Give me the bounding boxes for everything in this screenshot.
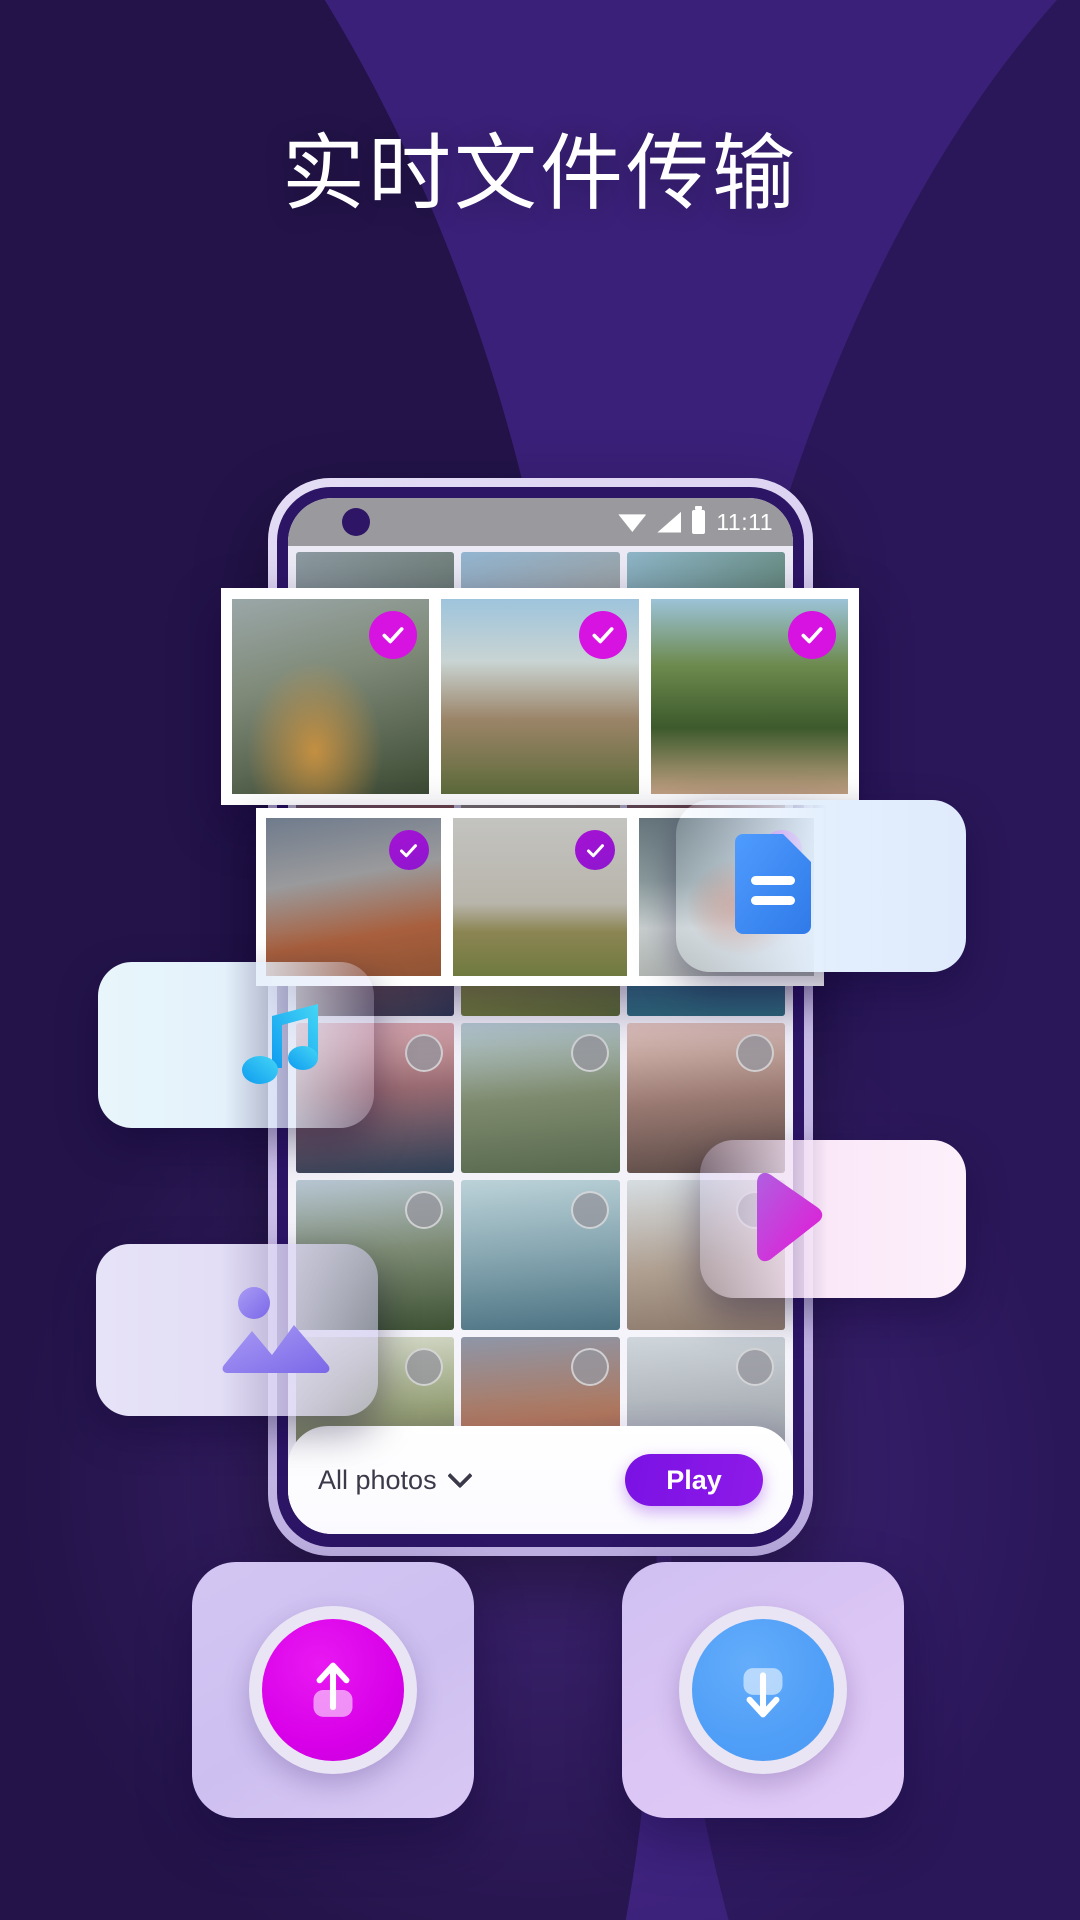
receive-button-ring bbox=[679, 1606, 847, 1774]
photo-thumbnail[interactable] bbox=[461, 1023, 620, 1173]
status-bar: 11:11 bbox=[288, 498, 793, 546]
selected-photo[interactable] bbox=[441, 599, 639, 794]
music-note-icon bbox=[230, 994, 328, 1097]
photo-thumbnail[interactable] bbox=[461, 1180, 620, 1330]
check-icon[interactable] bbox=[787, 611, 836, 659]
battery-icon bbox=[692, 506, 706, 534]
empty-circle-icon[interactable] bbox=[735, 1034, 774, 1072]
selected-row-1-card bbox=[221, 588, 859, 805]
selected-row-1 bbox=[232, 599, 848, 794]
empty-circle-icon[interactable] bbox=[570, 1348, 609, 1386]
selected-photo[interactable] bbox=[452, 818, 628, 976]
check-icon[interactable] bbox=[578, 611, 627, 659]
upload-arrow-icon bbox=[313, 1662, 353, 1717]
selected-photo[interactable] bbox=[650, 599, 848, 794]
wifi-icon bbox=[618, 514, 647, 532]
music-card[interactable] bbox=[98, 962, 374, 1128]
page-title: 实时文件传输 bbox=[282, 127, 798, 220]
selected-photo[interactable] bbox=[266, 818, 441, 976]
document-icon bbox=[727, 832, 819, 941]
video-card[interactable] bbox=[700, 1140, 966, 1298]
play-triangle-icon bbox=[741, 1169, 833, 1270]
image-mountain-icon bbox=[220, 1279, 332, 1382]
check-icon[interactable] bbox=[388, 830, 429, 870]
play-button[interactable]: Play bbox=[625, 1454, 763, 1506]
send-button-core bbox=[262, 1619, 404, 1761]
status-bar-icons: 11:11 bbox=[618, 506, 773, 536]
chevron-down-icon bbox=[446, 1463, 473, 1489]
all-photos-label: All photos bbox=[318, 1464, 437, 1495]
phone-bottom-bar: All photos Play bbox=[288, 1426, 793, 1534]
front-camera-dot bbox=[342, 508, 370, 536]
signal-icon bbox=[657, 511, 682, 533]
empty-circle-icon[interactable] bbox=[735, 1348, 774, 1386]
document-card[interactable] bbox=[676, 800, 966, 972]
receive-button[interactable] bbox=[622, 1562, 904, 1818]
selected-photo[interactable] bbox=[232, 599, 430, 794]
receive-button-core bbox=[692, 1619, 834, 1761]
all-photos-filter[interactable]: All photos bbox=[318, 1463, 473, 1496]
check-icon[interactable] bbox=[369, 611, 418, 659]
empty-circle-icon[interactable] bbox=[570, 1191, 609, 1229]
empty-circle-icon[interactable] bbox=[570, 1034, 609, 1072]
download-arrow-icon bbox=[743, 1668, 783, 1718]
send-button-ring bbox=[249, 1606, 417, 1774]
send-button[interactable] bbox=[192, 1562, 474, 1818]
image-card[interactable] bbox=[96, 1244, 378, 1416]
clock-label: 11:11 bbox=[716, 508, 773, 535]
